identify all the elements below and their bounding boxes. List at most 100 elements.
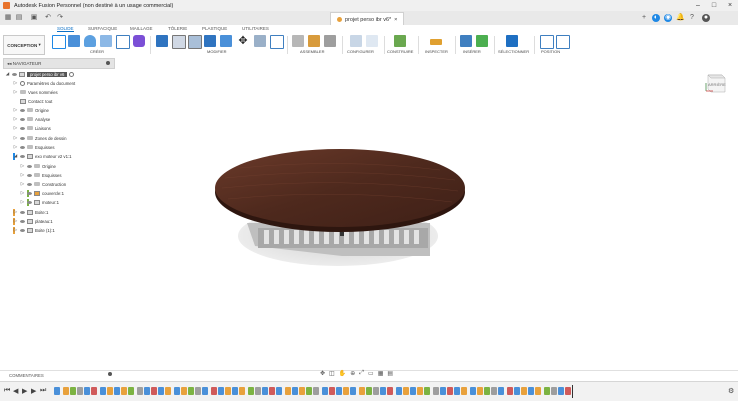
timeline-feature-icon[interactable] — [433, 387, 439, 395]
timeline-feature-icon[interactable] — [558, 387, 564, 395]
navigator-header[interactable]: ◂◂ NAVIGATEUR — [3, 58, 115, 69]
tree-row[interactable]: ▷ moteur:1 — [20, 198, 59, 206]
timeline-feature-icon[interactable] — [380, 387, 386, 395]
timeline-feature-icon[interactable] — [359, 387, 365, 395]
document-tab[interactable]: projet perso ibr v6* × — [330, 12, 405, 26]
step-back-icon[interactable]: ◀ — [13, 387, 18, 395]
play-icon[interactable]: ▶ — [22, 387, 27, 395]
navigator-menu-icon[interactable] — [106, 61, 110, 65]
timeline-feature-icon[interactable] — [440, 387, 446, 395]
tab-tolerie[interactable]: TÔLERIE — [168, 26, 187, 31]
configure-icon[interactable] — [350, 35, 362, 47]
maximize-button[interactable]: □ — [706, 0, 722, 11]
timeline-feature-icon[interactable] — [477, 387, 483, 395]
visibility-icon[interactable] — [20, 126, 25, 130]
timeline-marker[interactable] — [572, 385, 573, 398]
visibility-icon[interactable] — [12, 72, 17, 76]
activate-radio-icon[interactable] — [69, 71, 75, 77]
fit-icon[interactable]: ⤢ — [359, 370, 364, 377]
tree-row[interactable]: ◢ exo moteur v2 v1:1 — [13, 152, 72, 160]
combine-icon[interactable] — [220, 35, 232, 47]
timeline-feature-icon[interactable] — [507, 387, 513, 395]
visibility-icon[interactable] — [20, 145, 25, 149]
expand-icon[interactable]: ▷ — [20, 190, 25, 196]
tab-surfacique[interactable]: SURFACIQUE — [88, 26, 117, 31]
timeline-feature-icon[interactable] — [107, 387, 113, 395]
group-label-inserer[interactable]: INSÉRER — [463, 49, 481, 54]
position-capture-icon[interactable] — [540, 35, 554, 49]
visibility-icon[interactable] — [20, 136, 25, 140]
align-icon[interactable] — [270, 35, 284, 49]
save-icon[interactable]: ▣ — [30, 14, 38, 22]
select-icon[interactable] — [506, 35, 518, 47]
timeline-feature-icon[interactable] — [447, 387, 453, 395]
tree-row[interactable]: ▷ Origine — [20, 162, 56, 170]
timeline-feature-icon[interactable] — [313, 387, 319, 395]
group-label-configurer[interactable]: CONFIGURER — [347, 49, 374, 54]
collapse-icon[interactable]: ◢ — [13, 153, 18, 159]
insert-derive-icon[interactable] — [460, 35, 472, 47]
joint-icon[interactable] — [308, 35, 320, 47]
group-label-creer[interactable]: CRÉER — [90, 49, 104, 54]
tree-row[interactable]: ▷ Origine — [13, 106, 49, 114]
extrude-icon[interactable] — [68, 35, 80, 47]
display-settings-icon[interactable]: ▭ — [368, 370, 374, 377]
timeline-feature-icon[interactable] — [366, 387, 372, 395]
timeline-feature-icon[interactable] — [461, 387, 467, 395]
timeline-feature-icon[interactable] — [491, 387, 497, 395]
expand-icon[interactable]: ▷ — [13, 116, 18, 122]
timeline-feature-icon[interactable] — [454, 387, 460, 395]
timeline-feature-icon[interactable] — [262, 387, 268, 395]
look-at-icon[interactable]: ◫ — [329, 370, 335, 377]
timeline-feature-icon[interactable] — [137, 387, 143, 395]
timeline-feature-icon[interactable] — [322, 387, 328, 395]
visibility-icon[interactable] — [20, 228, 25, 232]
visibility-icon[interactable] — [20, 219, 25, 223]
as-built-joint-icon[interactable] — [324, 35, 336, 47]
visibility-icon[interactable] — [27, 182, 32, 186]
grid-settings-icon[interactable]: ▦ — [378, 370, 384, 377]
timeline-feature-icon[interactable] — [121, 387, 127, 395]
new-component-icon[interactable] — [292, 35, 304, 47]
timeline-feature-icon[interactable] — [70, 387, 76, 395]
timeline-feature-icon[interactable] — [544, 387, 550, 395]
go-to-start-icon[interactable]: ⏮ — [4, 387, 10, 395]
expand-icon[interactable]: ▷ — [13, 89, 18, 95]
timeline-feature-icon[interactable] — [514, 387, 520, 395]
timeline-feature-icon[interactable] — [565, 387, 571, 395]
timeline-feature-icon[interactable] — [403, 387, 409, 395]
tree-row[interactable]: Contact: tout — [13, 97, 52, 105]
expand-icon[interactable]: ▷ — [13, 107, 18, 113]
tree-row[interactable]: ▷ Boite (1):1 — [13, 226, 55, 234]
group-label-selectionner[interactable]: SÉLECTIONNER — [498, 49, 529, 54]
close-tab-icon[interactable]: × — [394, 17, 397, 23]
expand-icon[interactable]: ▷ — [13, 80, 18, 86]
chamfer-icon[interactable] — [188, 35, 202, 49]
timeline-feature-icon[interactable] — [387, 387, 393, 395]
go-to-end-icon[interactable]: ⏭ — [40, 387, 46, 395]
timeline-feature-icon[interactable] — [373, 387, 379, 395]
create-sketch-icon[interactable] — [52, 35, 66, 49]
timeline-feature-icon[interactable] — [181, 387, 187, 395]
timeline-feature-icon[interactable] — [350, 387, 356, 395]
expand-icon[interactable]: ▷ — [13, 218, 18, 224]
timeline-feature-icon[interactable] — [239, 387, 245, 395]
tree-row[interactable]: ▷ Construction — [20, 180, 66, 188]
expand-icon[interactable]: ▷ — [13, 125, 18, 131]
timeline-settings-icon[interactable]: ⚙ — [728, 387, 734, 395]
tree-row[interactable]: ▷ Paramètres du document — [13, 79, 75, 87]
timeline-feature-icon[interactable] — [396, 387, 402, 395]
timeline-feature-icon[interactable] — [528, 387, 534, 395]
timeline-feature-icon[interactable] — [343, 387, 349, 395]
timeline-feature-icon[interactable] — [285, 387, 291, 395]
timeline-feature-icon[interactable] — [551, 387, 557, 395]
timeline-feature-icon[interactable] — [498, 387, 504, 395]
visibility-icon[interactable] — [27, 191, 32, 195]
step-forward-icon[interactable]: ▶ — [31, 387, 36, 395]
fillet-icon[interactable] — [172, 35, 186, 49]
tree-row[interactable]: ▷ Vues nommées — [13, 88, 58, 96]
timeline-feature-icon[interactable] — [100, 387, 106, 395]
workspace-selector[interactable]: CONCEPTION ▾ — [3, 35, 45, 55]
visibility-icon[interactable] — [20, 117, 25, 121]
jobs-status-icon[interactable]: ◐ — [652, 14, 660, 22]
